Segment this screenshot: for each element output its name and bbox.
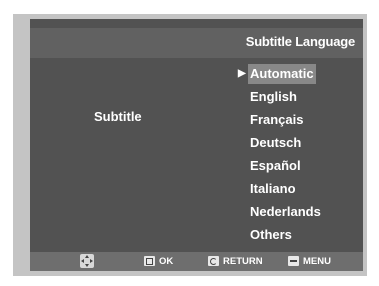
menu-item-others[interactable]: Others xyxy=(248,225,358,248)
footer-hint-bar: OK RETURN MENU xyxy=(30,252,363,271)
menu-item-label: Français xyxy=(250,112,304,127)
enter-key-icon xyxy=(144,256,155,266)
menu-item-label: Italiano xyxy=(250,181,296,196)
menu-item-label: Nederlands xyxy=(250,204,321,219)
subtitle-setting-label: Subtitle xyxy=(94,109,142,124)
menu-item-francais[interactable]: Français xyxy=(248,110,358,133)
menu-label: MENU xyxy=(303,255,331,267)
menu-item-label: Automatic xyxy=(248,64,316,84)
menu-hint[interactable]: MENU xyxy=(288,254,331,268)
menu-item-deutsch[interactable]: Deutsch xyxy=(248,133,358,156)
menu-item-automatic[interactable]: ▶ Automatic xyxy=(238,64,358,87)
direction-pad-icon xyxy=(80,254,94,268)
ok-label: OK xyxy=(159,255,174,267)
selection-arrow-icon: ▶ xyxy=(238,68,246,79)
menu-item-english[interactable]: English xyxy=(248,87,358,110)
return-hint[interactable]: RETURN xyxy=(208,254,263,268)
menu-item-espanol[interactable]: Español xyxy=(248,156,358,179)
menu-item-nederlands[interactable]: Nederlands xyxy=(248,202,358,225)
return-key-icon xyxy=(208,256,219,266)
menu-item-label: Others xyxy=(250,227,292,242)
menu-item-label: Deutsch xyxy=(250,135,302,150)
return-label: RETURN xyxy=(223,255,263,267)
menu-key-icon xyxy=(288,256,299,266)
osd-screen: Subtitle Language Subtitle ▶ Automatic E… xyxy=(30,19,363,271)
title-bar: Subtitle Language xyxy=(30,28,363,58)
menu-item-italiano[interactable]: Italiano xyxy=(248,179,358,202)
menu-item-label: Español xyxy=(250,158,301,173)
navigate-hint xyxy=(80,254,94,268)
menu-item-label: English xyxy=(250,89,297,104)
language-menu: ▶ Automatic English Français Deutsch Esp… xyxy=(238,64,358,248)
page-title: Subtitle Language xyxy=(245,34,355,49)
ok-hint[interactable]: OK xyxy=(144,254,173,268)
